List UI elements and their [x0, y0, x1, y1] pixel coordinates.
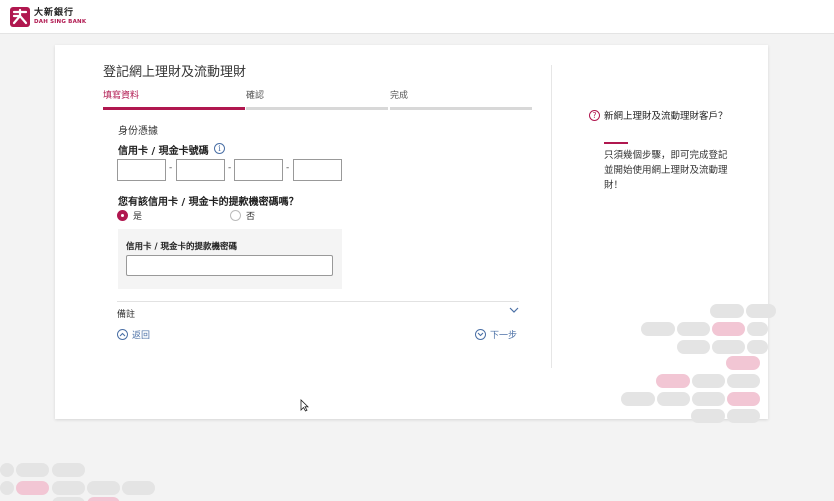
chevron-down-icon[interactable]: [509, 306, 519, 314]
radio-no-label: 否: [246, 212, 256, 222]
question-icon: ?: [589, 110, 600, 121]
step-fill-info: 填寫資料: [103, 88, 245, 110]
registration-card: 登記網上理財及流動理財 填寫資料 確認 完成 身份憑據 信用卡 / 現金卡號碼 …: [55, 45, 776, 423]
step-label: 確認: [246, 91, 265, 101]
section-divider: [117, 301, 519, 302]
bank-logo-icon: [10, 7, 30, 27]
top-bar: 大新銀行 DAH SING BANK: [0, 0, 834, 34]
remarks-toggle[interactable]: 備註: [117, 307, 135, 320]
card-number-input-3[interactable]: [234, 159, 283, 181]
next-button[interactable]: 下一步: [475, 328, 517, 341]
info-icon[interactable]: i: [214, 143, 225, 154]
radio-yes-label: 是: [133, 212, 143, 222]
pin-panel: 信用卡 / 現金卡的提款機密碼: [118, 229, 342, 289]
bank-name-cn: 大新銀行: [34, 7, 75, 18]
card-number-input-1[interactable]: [117, 159, 166, 181]
card-number-separator: -: [228, 163, 232, 173]
card-number-input-4[interactable]: [293, 159, 342, 181]
mouse-cursor-icon: [300, 399, 309, 412]
radio-yes-control[interactable]: [117, 210, 128, 221]
step-bar: [390, 107, 532, 110]
pin-question: 您有該信用卡 / 現金卡的提款機密碼嗎？: [118, 197, 299, 208]
new-customer-title: 新網上理財及流動理財客戶？: [604, 111, 728, 122]
radio-no-control[interactable]: [230, 210, 241, 221]
column-divider: [551, 65, 552, 368]
bank-name-en: DAH SING BANK: [34, 18, 87, 25]
step-bar: [246, 107, 388, 110]
chevron-up-circle-icon: [117, 329, 128, 340]
radio-yes[interactable]: 是: [117, 209, 142, 222]
section-title: 身份憑據: [118, 126, 158, 137]
back-button-label: 返回: [132, 331, 151, 341]
progress-steps: 填寫資料 確認 完成: [103, 88, 533, 110]
card-number-label: 信用卡 / 現金卡號碼: [118, 146, 209, 157]
radio-no[interactable]: 否: [230, 209, 255, 222]
step-complete: 完成: [390, 88, 532, 110]
next-button-label: 下一步: [490, 331, 518, 341]
step-bar: [103, 107, 245, 110]
card-number-input-2[interactable]: [176, 159, 225, 181]
page-title: 登記網上理財及流動理財: [103, 65, 247, 80]
card-number-separator: -: [169, 163, 173, 173]
chevron-down-circle-icon: [475, 329, 486, 340]
card-number-separator: -: [286, 163, 290, 173]
step-label: 填寫資料: [103, 91, 140, 101]
pin-input[interactable]: [126, 255, 333, 276]
new-customer-description: 只須幾個步驟，即可完成登記並開始使用網上理財及流動理財！: [604, 150, 728, 191]
bank-logo[interactable]: 大新銀行 DAH SING BANK: [10, 7, 86, 27]
pin-label: 信用卡 / 現金卡的提款機密碼: [126, 242, 238, 252]
step-confirm: 確認: [246, 88, 388, 110]
back-button[interactable]: 返回: [117, 328, 150, 341]
step-label: 完成: [390, 91, 409, 101]
accent-underline: [604, 142, 628, 144]
